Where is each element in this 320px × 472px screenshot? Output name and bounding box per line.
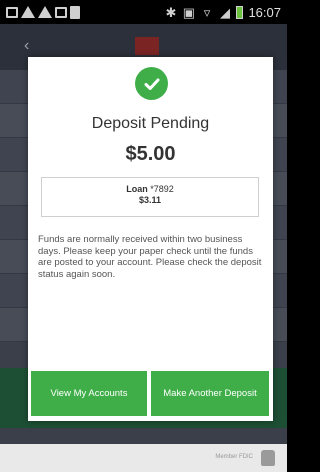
mute-icon: ▣: [182, 4, 196, 20]
deposit-amount: $5.00: [125, 143, 176, 165]
document-notification-icon: [70, 5, 80, 19]
deposit-info-message: Funds are normally received within two b…: [38, 234, 262, 280]
view-my-accounts-button[interactable]: View My Accounts: [31, 371, 147, 416]
loan-account-number: *7892: [150, 184, 174, 194]
download-notification-icon: [55, 6, 67, 18]
gallery-notification-icon: [6, 6, 18, 18]
dialog-title: Deposit Pending: [91, 115, 210, 132]
deposit-pending-dialog: Deposit Pending $5.00 Loan *7892 $3.11 F…: [28, 57, 273, 421]
loan-account-line: Loan *7892: [42, 184, 258, 194]
lock-icon: [261, 450, 275, 466]
wifi-icon: ▿: [203, 4, 211, 20]
notification-icons: [6, 5, 80, 19]
back-chevron-icon[interactable]: ‹: [24, 37, 29, 55]
member-fdic-text: Member FDIC: [215, 454, 253, 460]
make-another-deposit-button[interactable]: Make Another Deposit: [151, 371, 269, 416]
status-time: 16:07: [248, 4, 281, 20]
warning-notification-icon: [38, 6, 52, 18]
system-icons: ✱ ▣ ▿ ◢ 16:07: [164, 4, 282, 20]
app-logo: [135, 37, 159, 55]
footer: Member FDIC: [0, 444, 287, 472]
bluetooth-icon: ✱: [165, 4, 177, 20]
success-check-icon: [135, 67, 168, 100]
loan-label: Loan: [126, 184, 148, 194]
signal-icon: ◢: [219, 4, 230, 20]
battery-icon: [236, 5, 244, 19]
status-bar: ✱ ▣ ▿ ◢ 16:07: [0, 0, 287, 24]
loan-account-summary: Loan *7892 $3.11: [41, 177, 259, 217]
loan-balance: $3.11: [138, 195, 162, 205]
warning-notification-icon: [21, 6, 35, 18]
screen: ✱ ▣ ▿ ◢ 16:07 ‹ Member FDIC Deposit Pend…: [0, 0, 287, 472]
